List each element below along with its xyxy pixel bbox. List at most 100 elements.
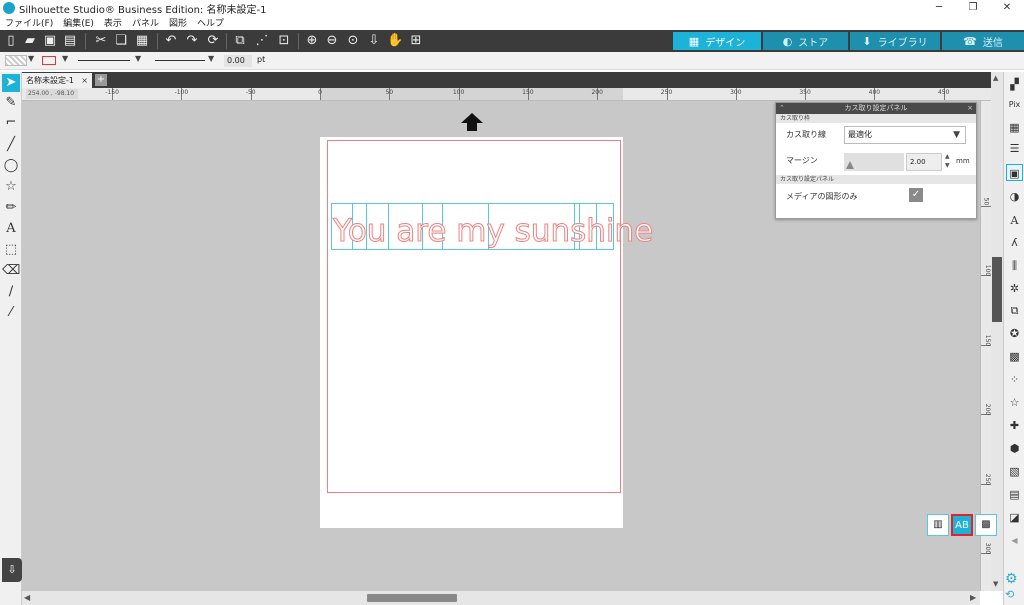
view-mode-pattern-icon[interactable]: ▩ — [975, 514, 997, 536]
close-button[interactable]: ✕ — [990, 0, 1024, 16]
fill-pattern-swatch[interactable] — [5, 55, 27, 66]
new-document-icon[interactable]: ▯ — [3, 33, 19, 49]
sync-icon[interactable]: ⟲ — [1005, 588, 1014, 602]
menu-edit[interactable]: 編集(E) — [63, 16, 94, 29]
line-color-swatch[interactable] — [42, 56, 56, 65]
zoom-select-icon[interactable]: ⊙ — [345, 33, 361, 49]
add-tab-button[interactable]: + — [95, 74, 107, 86]
grid-settings-icon[interactable]: ▦ — [1006, 119, 1023, 136]
panel-close-icon[interactable]: × — [967, 103, 973, 114]
zoom-out-icon[interactable]: ⊖ — [324, 33, 340, 49]
panel-header[interactable]: ⌃ カス取り設定パネル × — [776, 103, 976, 114]
ungroup-icon[interactable]: ⋰ — [254, 33, 270, 49]
restore-button[interactable]: ❐ — [956, 0, 990, 16]
view-mode-book-icon[interactable]: ▥ — [927, 514, 949, 536]
polygon-tool-icon[interactable]: ☆ — [2, 178, 20, 196]
cut-icon[interactable]: ✂ — [93, 33, 109, 49]
ellipse-tool-icon[interactable]: ◯ — [2, 157, 20, 175]
vertical-scroll-thumb[interactable] — [992, 257, 1002, 322]
chevron-down-icon[interactable]: ▼ — [62, 54, 68, 63]
menu-panel[interactable]: パネル — [132, 16, 159, 29]
pencil-tool-icon[interactable]: ✏ — [2, 199, 20, 217]
pixscan-icon[interactable]: Pix — [1006, 96, 1023, 113]
menu-shape[interactable]: 図形 — [169, 16, 187, 29]
paste-icon[interactable]: ▦ — [134, 33, 150, 49]
replicate-icon[interactable]: ✲ — [1006, 280, 1023, 297]
group-icon[interactable]: ⧉ — [232, 33, 248, 49]
settings-gear-icon[interactable]: ⚙ — [1005, 572, 1018, 586]
menu-help[interactable]: ヘルプ — [197, 16, 224, 29]
3d-icon[interactable]: ◪ — [1006, 509, 1023, 526]
chevron-down-icon[interactable]: ▼ — [208, 54, 214, 63]
fit-page-icon[interactable]: ⊞ — [408, 33, 424, 49]
text-style-icon[interactable]: A — [1006, 212, 1023, 229]
refresh-icon[interactable]: ⟳ — [205, 33, 221, 49]
close-tab-icon[interactable]: × — [81, 73, 88, 88]
align-icon[interactable]: ⫼ — [1006, 257, 1023, 274]
collapse-icon[interactable]: ◀ — [1006, 532, 1023, 549]
scroll-up-icon[interactable]: ▲ — [993, 74, 998, 82]
compound-icon[interactable]: ⊡ — [276, 33, 292, 49]
copy-icon[interactable]: ❏ — [113, 33, 129, 49]
print-icon[interactable]: ▤ — [62, 33, 78, 49]
eyedropper-tool-icon[interactable]: ⁄ — [2, 304, 20, 322]
star-icon[interactable]: ☆ — [1006, 394, 1023, 411]
puzzle-icon[interactable]: ✚ — [1006, 417, 1023, 434]
document-tab[interactable]: 名称未設定-1 × — [22, 73, 92, 88]
redo-icon[interactable]: ↷ — [184, 33, 200, 49]
slider-handle[interactable] — [846, 161, 854, 169]
sketch-icon[interactable]: ⁘ — [1006, 371, 1023, 388]
point-edit-icon[interactable]: ✎ — [2, 94, 20, 112]
open-folder-icon[interactable]: ▰ — [22, 33, 38, 49]
nesting-icon[interactable]: ▧ — [1006, 463, 1023, 480]
save-icon[interactable]: ▣ — [42, 33, 58, 49]
scroll-right-icon[interactable]: ▶ — [970, 593, 976, 602]
tab-send[interactable]: ☎ 送信 — [942, 32, 1024, 50]
fill-tool-icon[interactable]: ⬚ — [2, 241, 20, 259]
pan-up-arrow-icon[interactable] — [461, 113, 483, 131]
horizontal-scroll-thumb[interactable] — [367, 594, 457, 602]
scroll-left-icon[interactable]: ◀ — [24, 593, 30, 602]
rhinestone-icon[interactable]: ⬢ — [1006, 440, 1023, 457]
select-arrow-icon[interactable]: ➤ — [2, 74, 20, 92]
zoom-in-icon[interactable]: ⊕ — [304, 33, 320, 49]
knife2-tool-icon[interactable]: ∕ — [2, 283, 20, 301]
modify-icon[interactable]: ⧉ — [1006, 302, 1023, 319]
margin-stepper[interactable]: ▲ ▼ — [945, 152, 950, 170]
line-style-select[interactable] — [78, 60, 130, 61]
text-path-icon[interactable]: ʎ — [1006, 234, 1023, 251]
menu-view[interactable]: 表示 — [104, 16, 122, 29]
margin-input[interactable]: 2.00 — [906, 153, 942, 171]
weed-panel-icon[interactable]: ▣ — [1006, 164, 1023, 181]
pan-down-icon[interactable]: ⇩ — [366, 33, 382, 49]
media-only-checkbox[interactable]: ✓ — [909, 188, 923, 202]
design-text[interactable]: You are my sunshine — [332, 212, 653, 250]
knife-icon[interactable]: ⌐ — [2, 114, 20, 132]
tab-library[interactable]: ⬇ ライブラリ — [850, 32, 940, 50]
chevron-down-icon[interactable]: ▼ — [135, 54, 141, 63]
fill-icon[interactable]: ◑ — [1006, 188, 1023, 205]
scroll-down-icon[interactable]: ▼ — [993, 580, 998, 588]
import-button[interactable]: ⇩ — [2, 558, 22, 582]
horizontal-scrollbar[interactable]: ◀ ▶ — [22, 591, 980, 605]
tab-store[interactable]: ◐ ストア — [763, 32, 848, 50]
layers-icon[interactable]: ▤ — [1006, 486, 1023, 503]
eraser-tool-icon[interactable]: ⌫ — [2, 262, 20, 280]
page-settings-icon[interactable]: ▞ — [1006, 76, 1023, 93]
margin-slider[interactable] — [844, 153, 904, 171]
line-width-input[interactable]: 0.00 — [224, 55, 252, 67]
collapse-caret-icon[interactable]: ⌃ — [779, 103, 785, 114]
text-tool-icon[interactable]: A — [2, 220, 20, 238]
chevron-down-icon[interactable]: ▼ — [28, 54, 34, 63]
tab-design[interactable]: ▦ デザイン — [673, 32, 761, 50]
menu-file[interactable]: ファイル(F) — [5, 16, 53, 29]
trace-icon[interactable]: ▩ — [1006, 348, 1023, 365]
view-mode-ab-icon[interactable]: AB — [951, 514, 973, 536]
offset-icon[interactable]: ✪ — [1006, 325, 1023, 342]
line-join-select[interactable] — [155, 60, 205, 61]
lines-icon[interactable]: ☰ — [1006, 140, 1023, 157]
undo-icon[interactable]: ↶ — [163, 33, 179, 49]
weed-line-dropdown[interactable]: 最適化 ▼ — [844, 126, 966, 144]
line-tool-icon[interactable]: ╱ — [2, 136, 20, 154]
hand-icon[interactable]: ✋ — [387, 33, 403, 49]
